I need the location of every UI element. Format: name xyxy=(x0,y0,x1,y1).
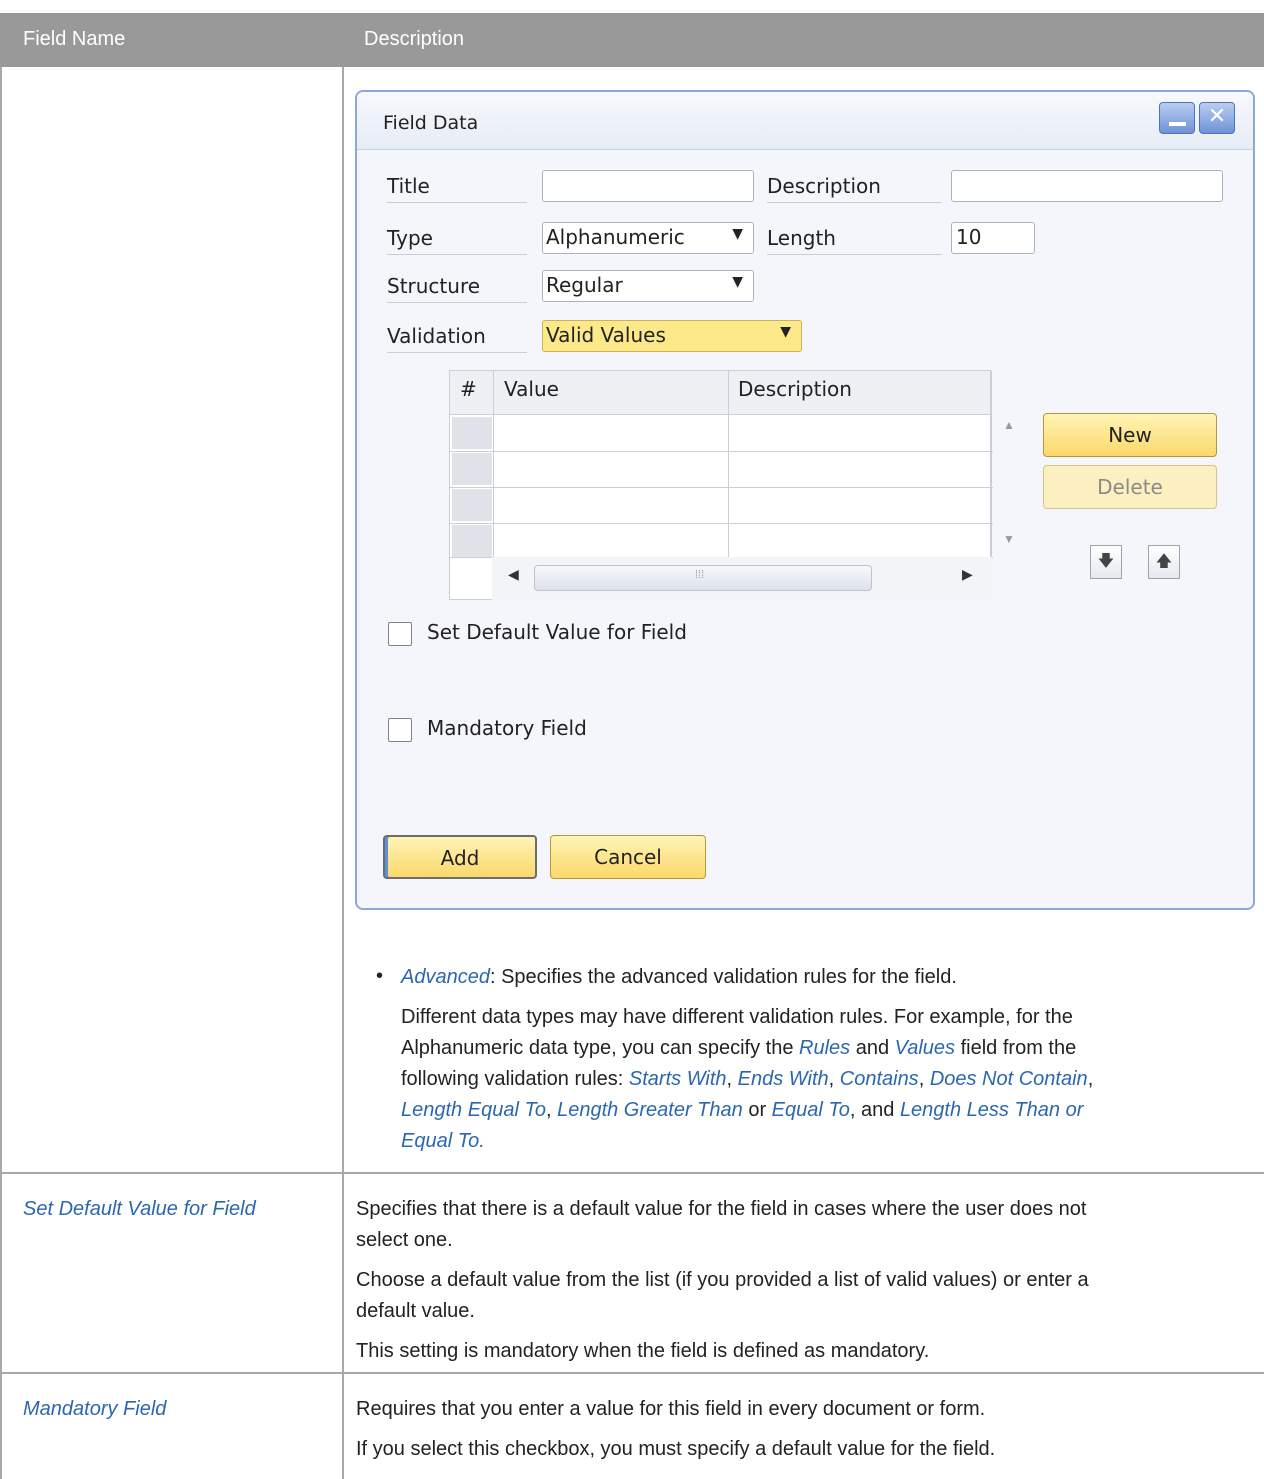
row-divider xyxy=(0,1372,1264,1374)
length-input[interactable]: 10 xyxy=(951,222,1035,254)
field-data-dialog: Field Data ✕ Title Description Type Alph… xyxy=(355,90,1255,910)
horizontal-scrollbar[interactable]: ◀ ⁞⁞⁞ ▶ xyxy=(492,557,992,600)
rule-ends-with: Ends With xyxy=(737,1068,829,1090)
length-label: Length xyxy=(767,226,942,255)
scroll-left-icon[interactable]: ◀ xyxy=(508,566,519,583)
grid-row-header[interactable] xyxy=(452,525,492,557)
bullet-icon: • xyxy=(376,965,384,987)
grid-row-line xyxy=(450,523,993,524)
close-icon: ✕ xyxy=(1207,104,1227,129)
field-name-mandatory: Mandatory Field xyxy=(23,1398,167,1420)
rule-length-greater: Length Greater Than xyxy=(557,1099,743,1121)
grid-column-line xyxy=(991,371,992,557)
description-line: Choose a default value from the list (if… xyxy=(356,1269,1089,1291)
advanced-paragraph: Different data types may have different … xyxy=(401,1002,1261,1157)
validation-label: Validation xyxy=(387,324,527,353)
advanced-text: : Specifies the advanced validation rule… xyxy=(489,966,957,988)
dropdown-arrow-icon: ▼ xyxy=(732,274,743,290)
column-divider xyxy=(342,67,344,1479)
advanced-term: Advanced xyxy=(401,966,490,988)
validation-select[interactable]: Valid Values ▼ xyxy=(542,320,802,352)
grid-header-value: Value xyxy=(504,377,559,401)
type-select[interactable]: Alphanumeric ▼ xyxy=(542,222,754,254)
document-table: Field Name Description Field Data ✕ Titl… xyxy=(0,0,1264,1479)
scroll-thumb[interactable]: ⁞⁞⁞ xyxy=(534,565,872,591)
type-label: Type xyxy=(387,226,527,255)
structure-select[interactable]: Regular ▼ xyxy=(542,270,754,302)
scroll-up-icon[interactable]: ▲ xyxy=(1003,418,1015,432)
field-name-default-value: Set Default Value for Field xyxy=(23,1198,256,1220)
grid-row-header[interactable] xyxy=(452,489,492,521)
description-input[interactable] xyxy=(951,170,1223,202)
cancel-button[interactable]: Cancel xyxy=(550,835,706,879)
rules-term: Rules xyxy=(799,1037,851,1059)
type-value: Alphanumeric xyxy=(546,225,685,249)
description-line: Specifies that there is a default value … xyxy=(356,1198,1087,1220)
add-button[interactable]: Add xyxy=(383,835,537,879)
default-value-checkbox[interactable] xyxy=(388,622,412,646)
minimize-icon xyxy=(1169,122,1186,126)
move-up-button[interactable]: 🡅 xyxy=(1148,545,1180,579)
header-field-name: Field Name xyxy=(23,28,126,50)
rule-contains: Contains xyxy=(839,1068,919,1090)
dialog-titlebar: Field Data ✕ xyxy=(357,92,1253,150)
grip-icon: ⁞⁞⁞ xyxy=(695,569,705,581)
arrow-down-icon: 🡇 xyxy=(1097,553,1115,570)
description-line: default value. xyxy=(356,1300,475,1322)
move-down-button[interactable]: 🡇 xyxy=(1090,545,1122,579)
description-line: If you select this checkbox, you must sp… xyxy=(356,1438,996,1460)
close-button[interactable]: ✕ xyxy=(1199,102,1235,134)
header-description: Description xyxy=(364,28,465,50)
grid-column-line xyxy=(728,371,729,557)
valid-values-grid: # Value Description ◀ ⁞⁞⁞ ▶ xyxy=(449,370,993,600)
grid-row-header[interactable] xyxy=(452,417,492,449)
grid-column-line xyxy=(493,371,494,557)
paragraph-line: Equal To. xyxy=(401,1130,485,1152)
mandatory-checkbox[interactable] xyxy=(388,718,412,742)
values-term: Values xyxy=(894,1037,956,1059)
description-mandatory: Requires that you enter a value for this… xyxy=(356,1394,1261,1465)
dialog-title: Field Data xyxy=(383,112,479,134)
description-line: Requires that you enter a value for this… xyxy=(356,1398,986,1420)
grid-header-description: Description xyxy=(738,377,852,401)
advanced-bullet: Advanced: Specifies the advanced validat… xyxy=(401,962,1251,993)
grid-row-header[interactable] xyxy=(452,453,492,485)
structure-label: Structure xyxy=(387,274,527,303)
scroll-right-icon[interactable]: ▶ xyxy=(962,566,973,583)
grid-row-line xyxy=(450,451,993,452)
description-line: This setting is mandatory when the field… xyxy=(356,1340,930,1362)
rule-length-less: Length Less Than or xyxy=(899,1099,1084,1121)
mandatory-label: Mandatory Field xyxy=(427,716,587,740)
dropdown-arrow-icon: ▼ xyxy=(780,324,791,340)
paragraph-line: Different data types may have different … xyxy=(401,1006,1073,1028)
arrow-up-icon: 🡅 xyxy=(1155,553,1173,570)
row-divider xyxy=(0,1172,1264,1174)
scroll-down-icon[interactable]: ▼ xyxy=(1003,532,1015,546)
title-input[interactable] xyxy=(542,170,754,202)
rule-length-equal: Length Equal To xyxy=(401,1099,546,1121)
title-label: Title xyxy=(387,174,527,203)
dropdown-arrow-icon: ▼ xyxy=(732,226,743,242)
paragraph-line: Length Equal To, Length Greater Than or … xyxy=(401,1099,1084,1121)
grid-row-line xyxy=(450,487,993,488)
rule-does-not-contain: Does Not Contain xyxy=(929,1068,1088,1090)
description-label: Description xyxy=(767,174,942,203)
structure-value: Regular xyxy=(546,273,623,297)
table-left-border xyxy=(0,67,2,1479)
default-value-label: Set Default Value for Field xyxy=(427,620,687,644)
minimize-button[interactable] xyxy=(1159,102,1195,134)
paragraph-line: following validation rules: Starts With,… xyxy=(401,1068,1094,1090)
new-button[interactable]: New xyxy=(1043,413,1217,457)
validation-value: Valid Values xyxy=(546,323,666,347)
grid-header-number: # xyxy=(460,377,477,401)
description-line: select one. xyxy=(356,1229,453,1251)
grid-header: # Value Description xyxy=(450,371,990,415)
paragraph-line: Alphanumeric data type, you can specify … xyxy=(401,1037,1077,1059)
delete-button[interactable]: Delete xyxy=(1043,465,1217,509)
description-default-value: Specifies that there is a default value … xyxy=(356,1194,1261,1367)
rule-equal-to: Equal To xyxy=(771,1099,850,1121)
vertical-scrollbar[interactable]: ▲ ▼ xyxy=(993,414,1035,556)
table-header: Field Name Description xyxy=(0,13,1264,67)
rule-starts-with: Starts With xyxy=(628,1068,727,1090)
